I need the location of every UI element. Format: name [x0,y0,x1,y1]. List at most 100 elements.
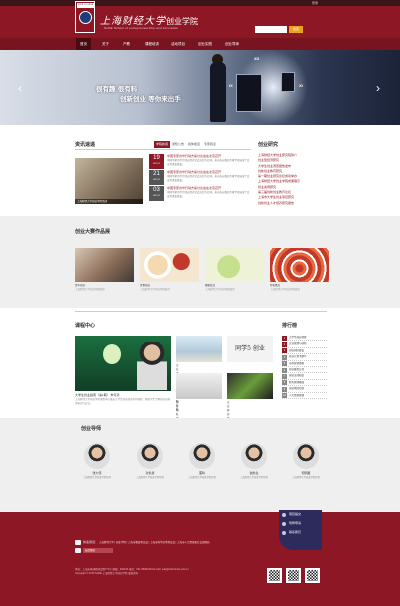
list-item[interactable]: 03 2015-12 中国专家访华行动方案讨论会在北京召开 中国专家访华行动方案讨… [149,186,251,202]
works-section: 创业大赛作品展 青年创业 上海财经大学创业项目展示 美食创业 上海财经大学创业项… [75,228,329,291]
banner-next-arrow-icon[interactable]: › [376,81,380,95]
work-image [75,248,134,282]
work-desc: 上海财经大学创业项目展示 [140,288,171,291]
research-title: 创业研究 [258,142,279,148]
nav-item-courses[interactable]: 课程培训 [141,38,163,50]
news-section: 资讯速递 学院新闻 通知公告 媒体报道 专家视点 上海财经大学创业学院活动 19… [75,141,251,204]
work-card[interactable]: 特色食品 上海财经大学创业项目展示 [270,248,329,291]
banner-door [236,74,262,112]
mentors-section: 创业导师 张大伟 上海财经大学创业学院导师 孙永勇 上海财经大学创业学院导师 董… [75,425,320,479]
work-card[interactable]: 青年创业 上海财经大学创业项目展示 [75,248,134,291]
list-item[interactable]: 创新创业人才培养研究报告 [258,201,326,206]
news-summary: 中国专家访华行动方案讨论会在北京召开，来自各方面的专家学者出席了会议并发表意见。 [167,159,250,166]
search-button[interactable]: 搜索 [289,26,303,33]
list-item[interactable]: 19 2015-12 中国专家访华行动方案讨论会在北京召开 中国专家访华行动方案讨… [149,154,251,170]
avatar [241,443,267,469]
date-badge: 21 2015-12 [149,170,164,185]
date-badge: 03 2015-12 [149,186,164,201]
works-band [0,216,400,308]
banner-person [210,62,226,122]
mentor-card[interactable]: 谢永生 上海财经大学创业学院导师 [234,443,274,479]
avatar [137,443,163,469]
banner-slogan-line2: 创新创业 等你来出手 [120,95,181,103]
footer-copyright: 地址：上海市杨浦区国定路777号 邮编：200433 电话：021-659044… [75,568,189,576]
news-summary: 中国专家访华行动方案讨论会在北京召开，来自各方面的专家学者出席了会议并发表意见。 [167,175,250,182]
site-footer: 项目提交 导师申请 联系我们 快速通道： 上海财经大学 | 创业学院 | 上海市… [0,510,400,606]
news-headline[interactable]: 中国专家访华行动方案讨论会在北京召开 [167,170,221,174]
qr-code [286,568,301,583]
works-title: 创业大赛作品展 [75,229,111,235]
mentor-apply-link[interactable]: 导师申请 [279,519,322,528]
qr-code [305,568,320,583]
avatar [189,443,215,469]
logo-caption: SUFE COLLEGE [77,3,94,8]
project-submit-link[interactable]: 项目提交 [279,510,322,519]
course-thumb[interactable] [176,373,222,399]
course-thumb[interactable] [227,373,273,399]
course-thumb[interactable]: 同学5 创业 [227,336,273,362]
divider [75,311,327,312]
school-seal-icon [79,11,92,24]
ranking-title: 排行榜 [282,323,298,329]
college-name: 创业学院 [166,17,198,26]
news-headline[interactable]: 中国专家访华行动方案讨论会在北京召开 [167,186,221,190]
work-card[interactable]: 美食创业 上海财经大学创业项目展示 [140,248,199,291]
qr-code [267,568,282,583]
news-tabs: 学院新闻 通知公告 媒体报道 专家视点 [154,141,218,148]
mentor-role: 上海财经大学创业学院导师 [292,477,320,479]
banner-slogan-line1: 很有趣 很有料 [96,85,138,93]
mentor-role: 上海财经大学创业学院导师 [83,477,111,479]
nav-item-about[interactable]: 关于 [98,38,113,50]
contact-link[interactable]: 联系我们 [279,528,322,537]
tab-experts[interactable]: 专家视点 [202,141,218,148]
nav-item-mentors[interactable]: 创业导师 [221,38,243,50]
research-section: 创业研究 上海财经大学创业研究院简介 创业型经济研究 大学生创业调查报告发布 创… [258,141,326,206]
mentor-card[interactable]: 何明星 上海财经大学创业学院导师 [286,443,326,479]
work-image [270,248,329,282]
list-item[interactable]: 21 2015-12 中国专家访华行动方案讨论会在北京召开 中国专家访华行动方案讨… [149,170,251,186]
work-desc: 上海财经大学创业项目展示 [270,288,301,291]
tab-notices[interactable]: 通知公告 [170,141,186,148]
banner-roman-numeral: IX [229,83,233,88]
course-featured-desc: 上海财经大学创业学院课程中心推出大学生创业指南系列课程，帮助学生了解创业的基本知… [75,398,171,405]
footer-copyright-line: Copyright © 2015 SUFE 上海财经大学创业学院 版权所有 [75,572,139,575]
tab-college-news[interactable]: 学院新闻 [154,141,171,148]
work-card[interactable]: 健康饮品 上海财经大学创业项目展示 [205,248,264,291]
banner-window [281,72,295,92]
course-title: 课程中心 [75,323,96,329]
news-headline[interactable]: 中国专家访华行动方案讨论会在北京召开 [167,154,221,158]
list-item[interactable]: 10 人力资源管理 [282,393,327,399]
link-icon [75,540,81,545]
banner-prev-arrow-icon[interactable]: ‹ [18,81,22,95]
quick-links[interactable]: 上海财经大学 | 创业学院 | 上海市教育委员会 | 上海市科学技术委员会 | … [99,541,210,544]
link-icon [75,548,81,553]
college-english-name: SUFE School of entrepreneurship and inno… [104,26,179,30]
mentor-card[interactable]: 张大伟 上海财经大学创业学院导师 [77,443,117,479]
course-featured-image[interactable] [75,336,171,391]
college-logo[interactable]: SUFE COLLEGE [75,1,95,33]
mentor-card[interactable]: 董鸣 上海财经大学创业学院导师 [182,443,222,479]
friend-links-select[interactable]: 友情链接 [83,548,113,553]
work-desc: 上海财经大学创业项目展示 [75,288,106,291]
course-thumb[interactable] [176,336,222,362]
avatar [293,443,319,469]
news-list: 19 2015-12 中国专家访华行动方案讨论会在北京召开 中国专家访华行动方案讨… [149,154,251,202]
mentor-role: 上海财经大学创业学院导师 [240,477,268,479]
mentor-card[interactable]: 孙永勇 上海财经大学创业学院导师 [130,443,170,479]
course-section: 课程中心 大学生创业指南（第1期） 朱可清 上海财经大学创业学院课程中心推出大学… [75,322,273,436]
nav-item-home[interactable]: 首页 [76,38,91,50]
nav-item-activities[interactable]: 活动项目 [167,38,189,50]
search-input[interactable] [255,26,287,33]
main-nav: 首页 关于 产教 课程培训 活动项目 创业实践 创业导师 [0,38,400,50]
course-featured-title[interactable]: 大学生创业指南（第1期） 朱可清 [75,393,171,397]
banner-roman-numeral: XII [254,56,259,61]
mentors-title: 创业导师 [81,426,102,432]
tab-media[interactable]: 媒体报道 [186,141,202,148]
nav-item-practice[interactable]: 创业实践 [194,38,216,50]
hero-banner[interactable]: XII IX XI 很有趣 很有料 创新创业 等你来出手 ‹ › [0,50,400,125]
avatar [84,443,110,469]
footer-side-panel: 项目提交 导师申请 联系我们 [279,510,322,550]
quick-links-label: 快速通道 [83,540,96,544]
news-featured-photo[interactable]: 上海财经大学创业学院活动 [75,158,143,204]
nav-item-industry[interactable]: 产教 [119,38,134,50]
